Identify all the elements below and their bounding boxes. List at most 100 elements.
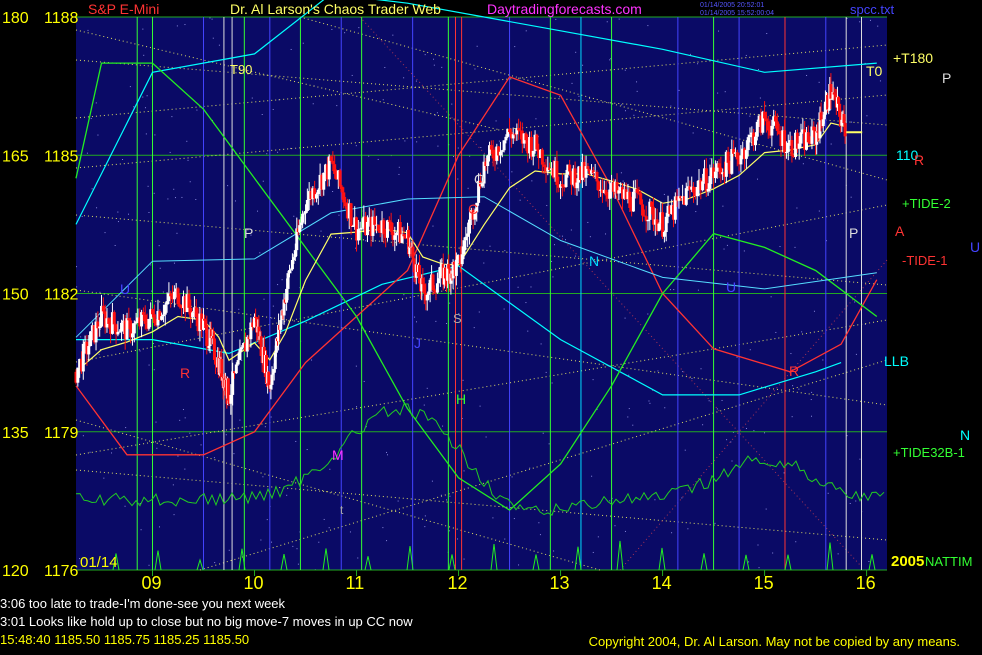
price-bar-body xyxy=(755,121,759,137)
star-dot xyxy=(485,436,487,438)
star-dot xyxy=(855,500,857,502)
star-dot xyxy=(331,28,333,30)
star-dot xyxy=(854,301,856,303)
star-dot xyxy=(386,451,388,453)
price-bar-body xyxy=(790,140,794,156)
price-bar-body xyxy=(784,151,788,153)
star-dot xyxy=(796,207,798,209)
star-dot xyxy=(290,48,292,50)
star-dot xyxy=(266,153,268,155)
star-dot xyxy=(349,531,351,533)
star-dot xyxy=(398,166,400,168)
star-dot xyxy=(81,215,83,217)
price-bar-body xyxy=(322,172,326,190)
star-dot xyxy=(151,290,153,292)
price-bar-body xyxy=(542,164,546,167)
star-dot xyxy=(622,180,624,182)
star-dot xyxy=(281,279,283,281)
price-bar-body xyxy=(386,220,390,238)
star-dot xyxy=(382,99,384,101)
x-tick-label: 12 xyxy=(448,573,468,593)
star-dot xyxy=(403,77,405,79)
chart-marker-label: R xyxy=(180,365,190,381)
star-dot xyxy=(227,185,229,187)
price-bar-body xyxy=(763,111,767,119)
star-dot xyxy=(277,284,279,286)
price-bar-body xyxy=(160,316,164,320)
price-bar-body xyxy=(226,378,230,401)
star-dot xyxy=(802,163,804,165)
chart-canvas: 120 1176 135 1179 150 1182 165 1185 180 1188 09 10 1… xyxy=(2,0,980,593)
star-dot xyxy=(726,244,728,246)
star-dot xyxy=(879,80,881,82)
copyright-notice: Copyright 2004, Dr. Al Larson. May not b… xyxy=(588,634,960,649)
star-dot xyxy=(292,545,294,547)
star-dot xyxy=(445,323,447,325)
star-dot xyxy=(539,534,541,536)
star-dot xyxy=(365,240,367,242)
star-dot xyxy=(478,311,480,313)
star-dot xyxy=(618,18,620,20)
star-dot xyxy=(228,549,230,551)
right-label: A xyxy=(895,223,905,239)
star-dot xyxy=(133,106,135,108)
star-dot xyxy=(433,58,435,60)
star-dot xyxy=(538,522,540,524)
price-bar-body xyxy=(165,301,169,305)
star-dot xyxy=(127,213,129,215)
star-dot xyxy=(277,151,279,153)
star-dot xyxy=(753,430,755,432)
star-dot xyxy=(117,221,119,223)
star-dot xyxy=(384,67,386,69)
y-price-label: 1176 xyxy=(44,563,79,580)
star-dot xyxy=(702,424,704,426)
price-bar-body xyxy=(498,151,502,156)
star-dot xyxy=(511,171,513,173)
price-bar-body xyxy=(628,191,632,208)
price-bar-body xyxy=(753,136,757,146)
price-bar-body xyxy=(172,291,176,300)
star-dot xyxy=(187,159,189,161)
price-bar-body xyxy=(169,293,173,297)
star-dot xyxy=(624,530,626,532)
price-bar-body xyxy=(460,254,464,265)
star-dot xyxy=(745,54,747,56)
price-bar-body xyxy=(333,164,337,174)
price-bar-body xyxy=(118,331,122,333)
price-bar-body xyxy=(393,235,397,240)
price-bar-body xyxy=(843,123,847,137)
right-label: N xyxy=(960,427,970,443)
star-dot xyxy=(424,526,426,528)
star-dot xyxy=(633,114,635,116)
star-dot xyxy=(518,564,520,566)
price-bar-body xyxy=(502,140,506,151)
price-bar-body xyxy=(597,181,601,191)
star-dot xyxy=(708,400,710,402)
star-dot xyxy=(125,427,127,429)
price-bar-body xyxy=(560,184,564,187)
star-dot xyxy=(697,289,699,291)
price-bar-body xyxy=(713,171,717,179)
price-bar-body xyxy=(305,199,309,212)
star-dot xyxy=(709,158,711,160)
star-dot xyxy=(266,519,268,521)
star-dot xyxy=(344,32,346,34)
star-dot xyxy=(184,24,186,26)
site-link[interactable]: Daytradingforecasts.com xyxy=(487,1,642,17)
price-bar-body xyxy=(517,128,521,131)
star-dot xyxy=(96,207,98,209)
star-dot xyxy=(654,499,656,501)
star-dot xyxy=(492,517,494,519)
star-dot xyxy=(620,172,622,174)
star-dot xyxy=(691,378,693,380)
star-dot xyxy=(554,244,556,246)
star-dot xyxy=(795,541,797,543)
star-dot xyxy=(810,399,812,401)
star-dot xyxy=(336,105,338,107)
star-dot xyxy=(859,458,861,460)
star-dot xyxy=(442,425,444,427)
price-bar-body xyxy=(344,202,348,207)
star-dot xyxy=(827,492,829,494)
star-dot xyxy=(855,353,857,355)
star-dot xyxy=(591,475,593,477)
